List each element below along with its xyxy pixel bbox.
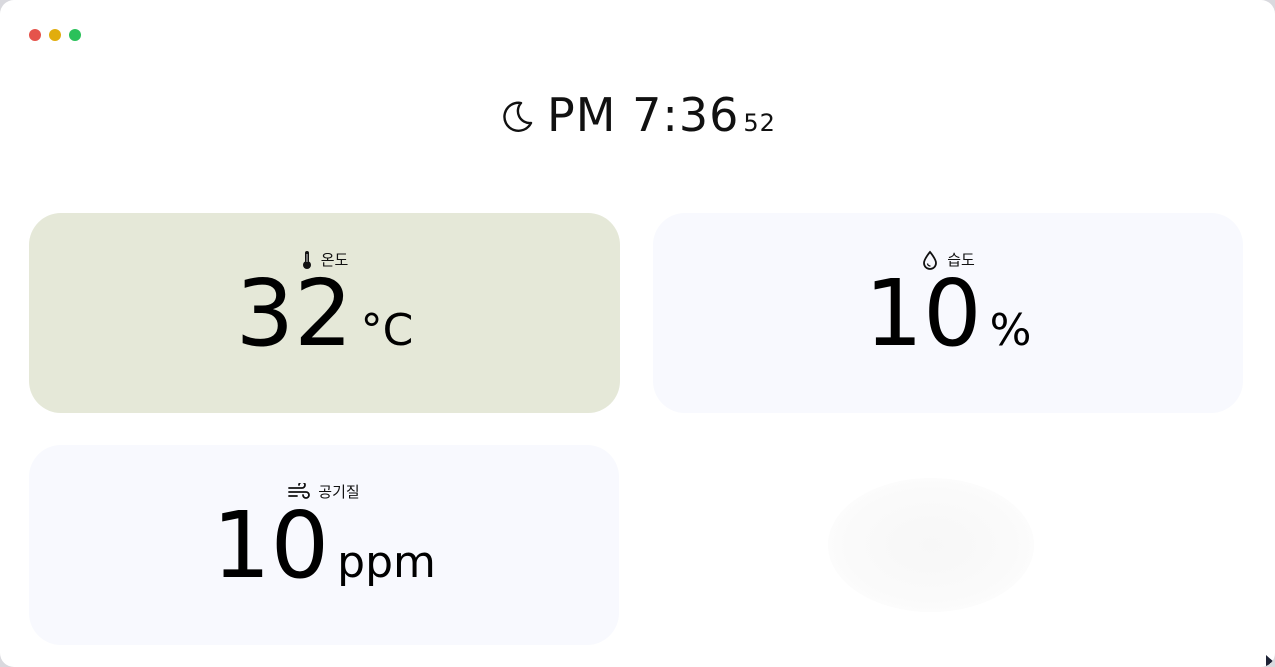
resize-cursor-icon [1266,655,1275,667]
temperature-value: 32 [235,260,353,367]
clock-display: PM 7:36 52 [0,88,1275,142]
humidity-value: 10 [864,260,982,367]
humidity-card[interactable]: 습도 10 % [653,213,1243,413]
air-quality-card[interactable]: 공기질 10 ppm [29,445,619,645]
moon-icon [503,101,533,132]
temperature-card[interactable]: 온도 32 °C [29,213,620,413]
clock-seconds: 52 [743,109,776,137]
air-quality-value-row: 10 ppm [212,500,436,592]
clock-time: PM 7:36 [547,88,740,142]
app-window: PM 7:36 52 온도 32 °C 습도 10 % 공기질 10 ppm [0,0,1275,667]
air-quality-unit: ppm [337,537,436,588]
humidity-value-row: 10 % [865,268,1032,360]
window-controls [29,29,81,41]
air-quality-value: 10 [212,492,330,599]
close-button[interactable] [29,29,41,41]
empty-placeholder-blob [828,478,1034,612]
minimize-button[interactable] [49,29,61,41]
temperature-value-row: 32 °C [236,268,414,360]
maximize-button[interactable] [69,29,81,41]
temperature-unit: °C [360,305,414,356]
humidity-unit: % [989,305,1032,356]
